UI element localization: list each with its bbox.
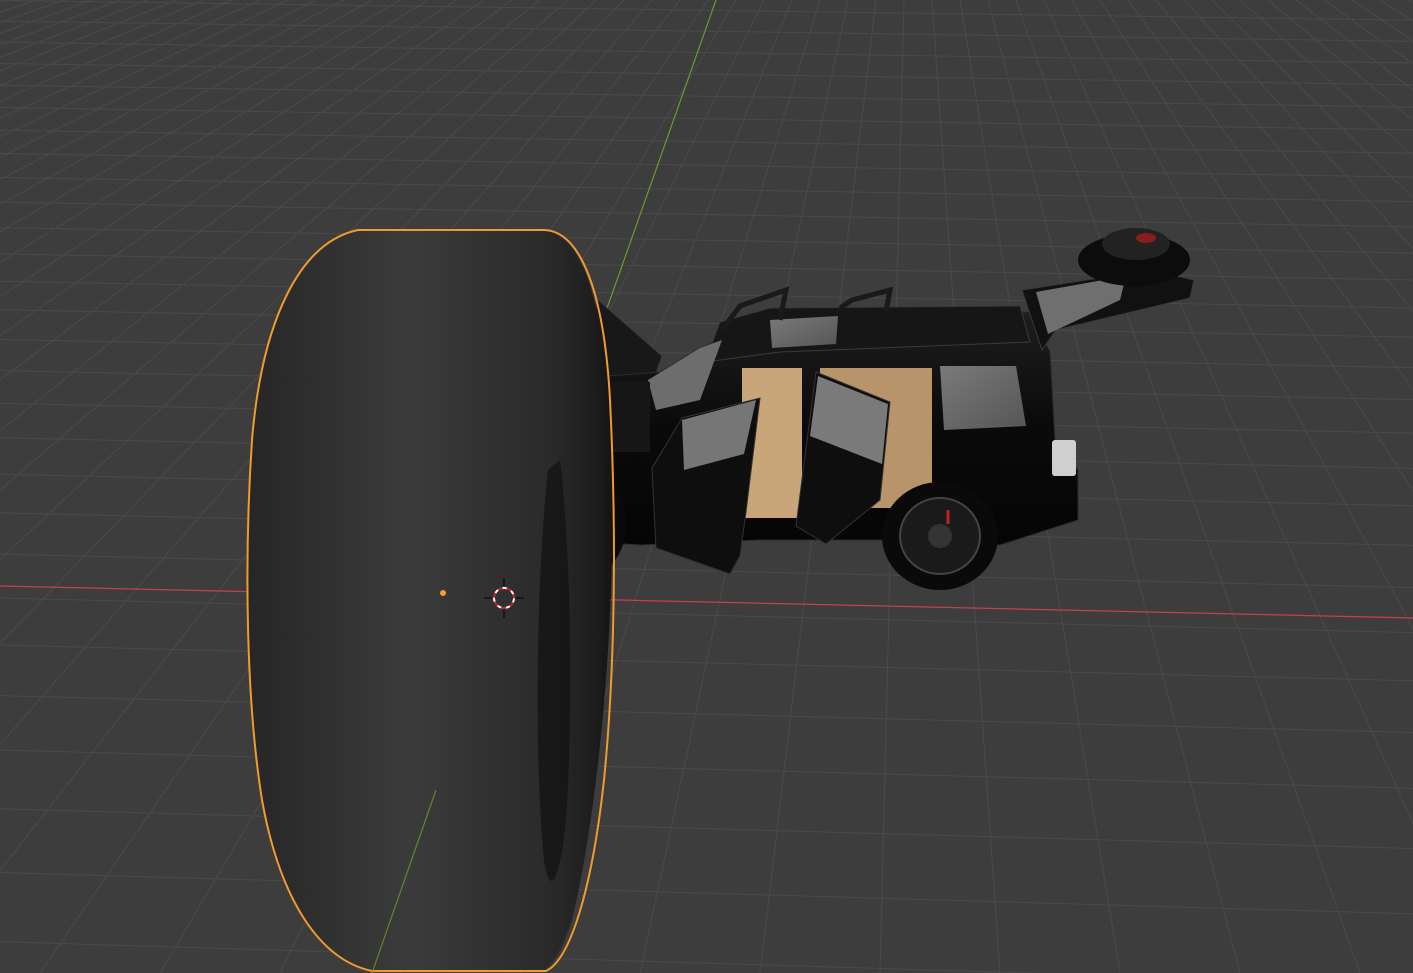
grid-line — [1071, 0, 1413, 630]
grid-line — [1379, 0, 1413, 22]
suv-object[interactable] — [550, 228, 1195, 590]
suv-taillight — [1052, 440, 1076, 476]
grid-line — [0, 749, 1413, 789]
grid-line — [0, 106, 1413, 131]
grid-line — [0, 227, 1413, 254]
grid-line — [0, 871, 1413, 915]
grid-line — [0, 0, 233, 102]
grid-line — [1323, 0, 1413, 65]
grid-line — [1127, 0, 1413, 391]
grid-line — [0, 808, 1413, 850]
grid-line — [0, 253, 1413, 281]
suv-sunroof — [770, 316, 838, 348]
grid-line — [0, 201, 1413, 228]
grid-line — [0, 0, 289, 138]
grid-line — [0, 941, 1045, 973]
object-origin-dot[interactable] — [440, 590, 446, 596]
grid-line — [1155, 0, 1413, 312]
grid-line — [0, 20, 1413, 42]
viewport-canvas[interactable] — [0, 0, 1413, 973]
grid-line — [0, 309, 1413, 338]
tire-object[interactable] — [246, 229, 615, 972]
grid-line — [0, 0, 121, 46]
grid-line — [0, 129, 1413, 154]
grid-line — [0, 41, 1413, 64]
grid-line — [1043, 0, 1413, 825]
grid-line — [0, 84, 1413, 108]
grid-line — [0, 0, 1413, 21]
grid-line — [0, 0, 65, 23]
grid-line — [1099, 0, 1413, 493]
x-axis-line — [0, 585, 1413, 619]
grid-line — [0, 0, 205, 86]
3d-viewport[interactable] — [0, 0, 1413, 973]
grid-line — [0, 597, 1413, 634]
grid-line — [1211, 0, 1413, 199]
grid-line — [0, 0, 261, 119]
spare-tire-mount — [1078, 228, 1190, 286]
grid-line — [1295, 0, 1413, 91]
grid-line — [0, 695, 1413, 734]
grid-line — [0, 153, 1413, 178]
grid-line — [1183, 0, 1413, 250]
suv-rear-window — [940, 366, 1026, 430]
suv-rear-wheel — [882, 482, 998, 590]
grid-line — [0, 0, 37, 13]
grid-line — [1267, 0, 1413, 122]
grid-line — [1239, 0, 1413, 157]
grid-line — [0, 280, 1413, 309]
grid-line — [0, 176, 1413, 203]
grid-line — [0, 62, 1413, 86]
grid-line — [0, 0, 177, 72]
grid-line — [1351, 0, 1413, 42]
